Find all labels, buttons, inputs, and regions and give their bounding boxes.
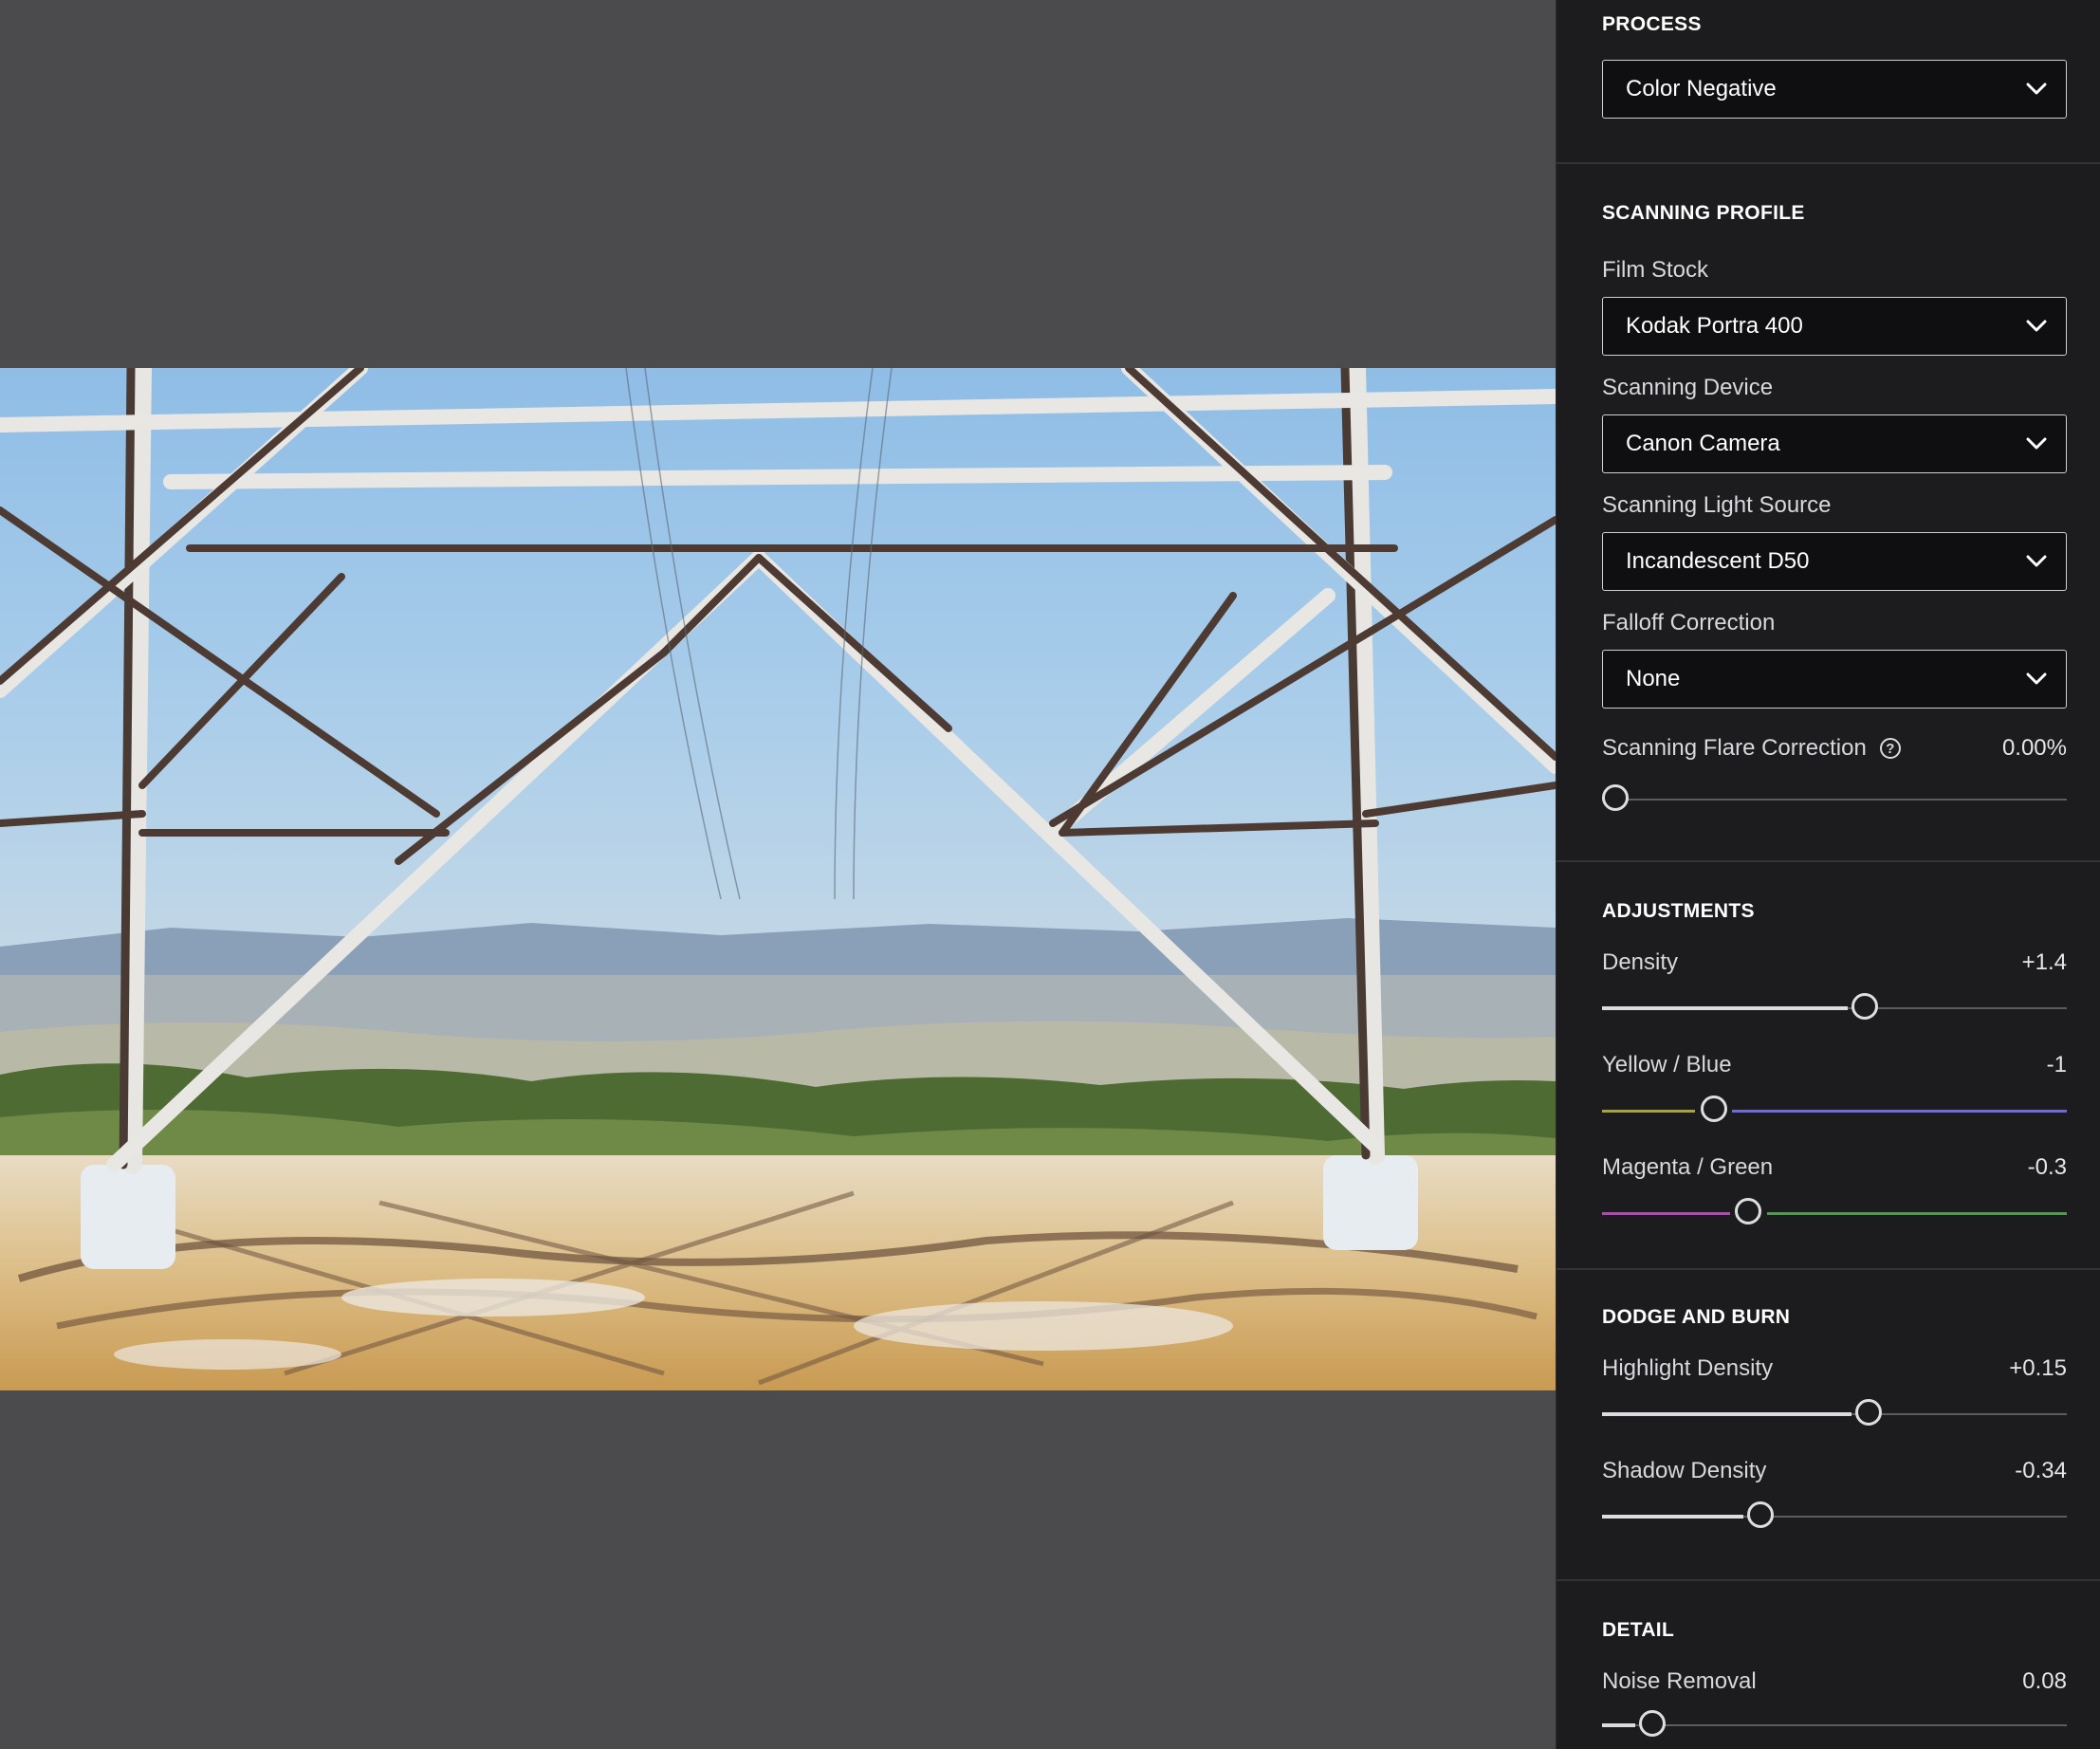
noise-slider[interactable] — [1602, 1705, 2067, 1742]
yellow-blue-row: Yellow / Blue -1 — [1602, 1052, 2067, 1078]
film-stock-label: Film Stock — [1602, 257, 1709, 283]
noise-value: 0.08 — [2022, 1668, 2067, 1694]
slider-track — [1602, 1110, 2067, 1113]
slider-track — [1602, 1724, 2067, 1726]
detail-title: DETAIL — [1602, 1619, 1675, 1641]
slider-thumb[interactable] — [1696, 1091, 1732, 1127]
density-label: Density — [1602, 949, 1679, 975]
dodge-burn-title: DODGE AND BURN — [1602, 1306, 1791, 1328]
slider-track — [1602, 799, 2067, 801]
shadow-value: -0.34 — [2015, 1458, 2067, 1483]
highlight-value: +0.15 — [2009, 1355, 2067, 1381]
photo-image — [0, 368, 1556, 1390]
dodge-burn-section: DODGE AND BURN Highlight Density +0.15 S… — [1557, 1270, 2100, 1581]
magenta-green-label: Magenta / Green — [1602, 1154, 1774, 1180]
noise-row: Noise Removal 0.08 — [1602, 1668, 2067, 1695]
slider-fill — [1602, 1412, 1851, 1416]
settings-panel: PROCESS Color Negative SCANNING PROFILE … — [1556, 0, 2100, 1749]
slider-fill — [1602, 1723, 1635, 1727]
slider-thumb[interactable] — [1730, 1193, 1766, 1229]
highlight-label: Highlight Density — [1602, 1355, 1774, 1381]
falloff-label: Falloff Correction — [1602, 610, 1776, 635]
slider-thumb[interactable] — [1847, 988, 1883, 1024]
image-canvas[interactable] — [0, 0, 1556, 1749]
scanning-profile-section: SCANNING PROFILE Film Stock Kodak Portra… — [1557, 164, 2100, 862]
magenta-green-value: -0.3 — [2027, 1154, 2067, 1180]
falloff-value: None — [1626, 666, 1681, 691]
shadow-row: Shadow Density -0.34 — [1602, 1458, 2067, 1484]
adjustments-title: ADJUSTMENTS — [1602, 900, 1755, 922]
highlight-slider[interactable] — [1602, 1394, 2067, 1431]
chevron-down-icon — [2026, 672, 2047, 685]
yellow-blue-label: Yellow / Blue — [1602, 1052, 1732, 1077]
flare-label: Scanning Flare Correction — [1602, 735, 1867, 761]
density-row: Density +1.4 — [1602, 949, 2067, 976]
light-source-label: Scanning Light Source — [1602, 492, 1832, 518]
shadow-label: Shadow Density — [1602, 1458, 1767, 1483]
chevron-down-icon — [2026, 437, 2047, 450]
flare-value: 0.00% — [2001, 735, 2067, 761]
scanning-device-label: Scanning Device — [1602, 375, 1774, 400]
slider-fill — [1602, 1006, 1848, 1010]
density-slider[interactable] — [1602, 988, 2067, 1025]
highlight-row: Highlight Density +0.15 — [1602, 1355, 2067, 1382]
scanning-device-value: Canon Camera — [1626, 431, 1780, 456]
app-window: PROCESS Color Negative SCANNING PROFILE … — [0, 0, 2100, 1749]
magenta-green-slider[interactable] — [1602, 1193, 2067, 1230]
slider-thumb[interactable] — [1597, 780, 1633, 816]
chevron-down-icon — [2026, 555, 2047, 567]
detail-section: DETAIL Noise Removal 0.08 — [1557, 1581, 2100, 1749]
process-select[interactable]: Color Negative — [1602, 60, 2067, 119]
light-source-select[interactable]: Incandescent D50 — [1602, 532, 2067, 591]
flare-slider[interactable] — [1597, 780, 2067, 817]
chevron-down-icon — [2026, 320, 2047, 332]
slider-track — [1602, 1212, 2067, 1215]
yellow-blue-slider[interactable] — [1602, 1091, 2067, 1128]
slider-thumb[interactable] — [1634, 1705, 1670, 1741]
slider-thumb[interactable] — [1742, 1497, 1778, 1533]
density-value: +1.4 — [2021, 949, 2067, 975]
shadow-slider[interactable] — [1602, 1497, 2067, 1534]
chevron-down-icon — [2026, 83, 2047, 95]
process-section: PROCESS Color Negative — [1557, 0, 2100, 164]
film-stock-value: Kodak Portra 400 — [1626, 313, 1803, 339]
slider-fill — [1602, 1515, 1743, 1519]
process-title: PROCESS — [1602, 13, 1702, 35]
slider-thumb[interactable] — [1851, 1394, 1887, 1430]
help-circle-icon[interactable]: ? — [1879, 738, 1901, 759]
film-stock-select[interactable]: Kodak Portra 400 — [1602, 297, 2067, 356]
falloff-select[interactable]: None — [1602, 650, 2067, 709]
yellow-blue-value: -1 — [2046, 1052, 2067, 1077]
light-source-value: Incandescent D50 — [1626, 548, 1810, 574]
photo-preview — [0, 368, 1556, 1390]
flare-row: Scanning Flare Correction ? 0.00% — [1602, 735, 2067, 762]
magenta-green-row: Magenta / Green -0.3 — [1602, 1154, 2067, 1181]
adjustments-section: ADJUSTMENTS Density +1.4 Yellow / Blue -… — [1557, 862, 2100, 1270]
scanning-profile-title: SCANNING PROFILE — [1602, 202, 1805, 224]
flare-label-group: Scanning Flare Correction ? — [1602, 735, 1901, 762]
process-select-value: Color Negative — [1626, 76, 1777, 101]
scanning-device-select[interactable]: Canon Camera — [1602, 414, 2067, 473]
noise-label: Noise Removal — [1602, 1668, 1757, 1694]
